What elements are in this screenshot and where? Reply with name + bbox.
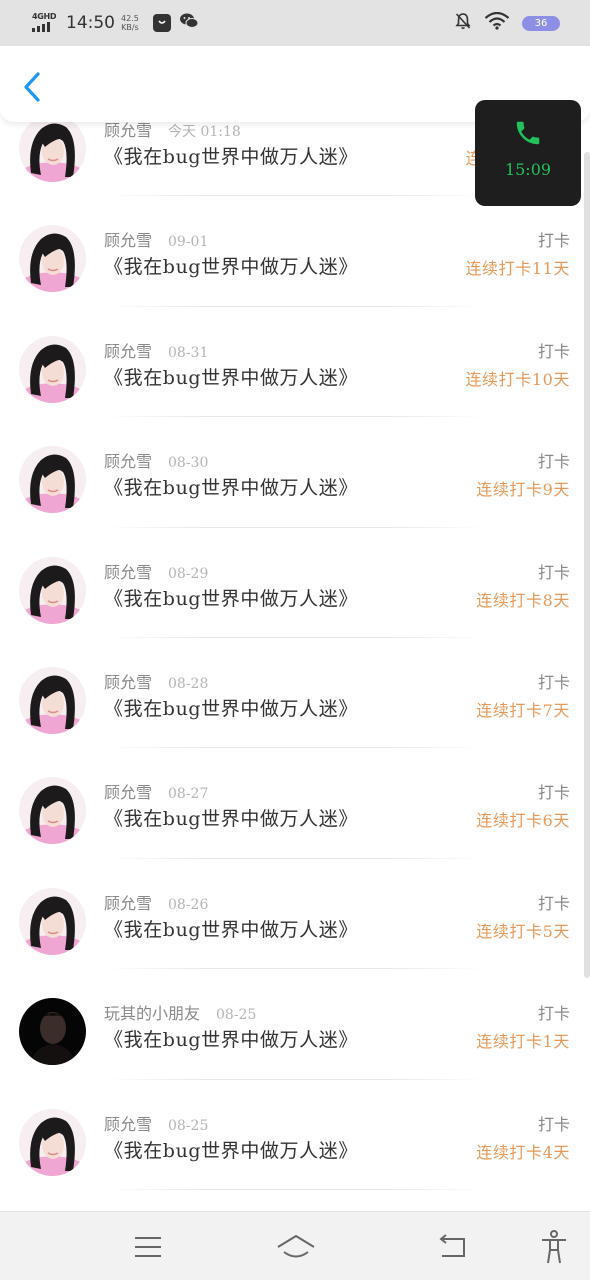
streak-label: 连续打卡7天 xyxy=(476,700,570,720)
user-name[interactable]: 顾允雪 xyxy=(104,669,152,693)
avatar[interactable] xyxy=(19,666,86,734)
checkin-date: 08-28 xyxy=(168,675,209,692)
user-name[interactable]: 顾允雪 xyxy=(104,1111,152,1135)
avatar[interactable] xyxy=(19,556,86,624)
streak-label: 连续打卡4天 xyxy=(476,1142,570,1162)
avatar[interactable] xyxy=(19,1108,86,1176)
system-navigation-bar xyxy=(0,1211,590,1280)
phone-icon xyxy=(516,121,540,145)
user-name[interactable]: 顾允雪 xyxy=(104,227,152,251)
checkin-label: 打卡 xyxy=(537,1114,570,1134)
shopping-bag-icon xyxy=(152,14,171,32)
list-item[interactable]: 顾允雪 08-30 《我在bug世界中做万人迷》 打卡连续打卡9天 xyxy=(0,417,590,528)
status-time: 14:50 xyxy=(66,13,115,33)
streak-label: 连续打卡8天 xyxy=(476,590,570,610)
chevron-left-icon xyxy=(24,72,40,102)
checkin-date: 08-25 xyxy=(216,1007,257,1024)
avatar[interactable] xyxy=(19,335,86,403)
list-item[interactable]: 顾允雪 08-31 《我在bug世界中做万人迷》 打卡连续打卡10天 xyxy=(0,307,590,418)
checkin-date: 08-29 xyxy=(168,565,209,582)
book-title: 《我在bug世界中做万人迷》 xyxy=(104,697,358,720)
book-title: 《我在bug世界中做万人迷》 xyxy=(104,918,358,941)
list-item[interactable]: 顾允雪 08-29 《我在bug世界中做万人迷》 打卡连续打卡8天 xyxy=(0,528,590,638)
checkin-date: 08-27 xyxy=(168,786,209,803)
status-bar: 4GHD 14:50 42.5 KB/s 36 xyxy=(0,0,590,46)
checkin-date: 08-25 xyxy=(168,1117,209,1134)
user-name[interactable]: 顾允雪 xyxy=(104,448,152,472)
book-title: 《我在bug世界中做万人迷》 xyxy=(104,1029,358,1052)
network-speed-value: 42.5 xyxy=(121,14,139,23)
checkin-label: 打卡 xyxy=(537,893,570,913)
call-floating-window[interactable]: 15:09 xyxy=(475,100,581,206)
list-item[interactable]: 顾允雪 08-28 《我在bug世界中做万人迷》 打卡连续打卡7天 xyxy=(0,638,590,749)
checkin-label: 打卡 xyxy=(537,562,570,582)
streak-label: 连续打卡11天 xyxy=(465,259,570,279)
list-item[interactable]: 顾允雪 08-27 《我在bug世界中做万人迷》 打卡连续打卡6天 xyxy=(0,748,590,859)
list-item[interactable]: 玩其的小朋友 08-25 《我在bug世界中做万人迷》 打卡连续打卡1天 xyxy=(0,969,590,1080)
book-title: 《我在bug世界中做万人迷》 xyxy=(104,587,358,610)
book-title: 《我在bug世界中做万人迷》 xyxy=(104,146,358,168)
checkin-label: 打卡 xyxy=(537,341,570,361)
menu-button[interactable] xyxy=(128,1230,168,1264)
book-title: 《我在bug世界中做万人迷》 xyxy=(104,1139,358,1162)
checkin-date: 08-30 xyxy=(168,455,209,472)
checkin-label: 打卡 xyxy=(537,1004,570,1024)
book-title: 《我在bug世界中做万人迷》 xyxy=(104,256,358,279)
checkin-label: 打卡 xyxy=(537,231,570,251)
streak-label: 连续打卡10天 xyxy=(465,369,570,389)
checkin-date: 08-31 xyxy=(168,344,209,361)
accessibility-button[interactable] xyxy=(534,1230,574,1264)
accessibility-icon xyxy=(542,1230,566,1264)
checkin-label: 打卡 xyxy=(537,452,570,472)
avatar[interactable] xyxy=(19,777,86,845)
book-title: 《我在bug世界中做万人迷》 xyxy=(104,366,358,389)
signal-icon: 4GHD xyxy=(32,12,58,34)
user-name[interactable]: 顾允雪 xyxy=(104,779,152,803)
book-title: 《我在bug世界中做万人迷》 xyxy=(104,808,358,831)
avatar[interactable] xyxy=(19,446,86,514)
checkin-date: 09-01 xyxy=(168,234,209,251)
avatar[interactable] xyxy=(19,225,86,293)
checkin-label: 打卡 xyxy=(537,783,570,803)
home-button[interactable] xyxy=(274,1230,318,1264)
back-nav-icon xyxy=(439,1234,465,1257)
user-name[interactable]: 顾允雪 xyxy=(104,338,152,362)
list-item[interactable]: 顾允雪 08-26 《我在bug世界中做万人迷》 打卡连续打卡5天 xyxy=(0,859,590,970)
avatar[interactable] xyxy=(19,998,86,1066)
checkin-label: 打卡 xyxy=(537,672,570,692)
book-title: 《我在bug世界中做万人迷》 xyxy=(104,477,358,500)
user-name[interactable]: 玩其的小朋友 xyxy=(104,1000,200,1024)
avatar[interactable] xyxy=(19,115,86,182)
home-icon xyxy=(277,1235,315,1258)
list-item[interactable]: 顾允雪 09-01 《我在bug世界中做万人迷》 打卡连续打卡11天 xyxy=(0,196,590,307)
network-speed-unit: KB/s xyxy=(121,23,139,32)
back-button[interactable] xyxy=(20,70,44,104)
list-item[interactable]: 顾允雪 08-25 《我在bug世界中做万人迷》 打卡连续打卡4天 xyxy=(0,1080,590,1190)
call-duration: 15:09 xyxy=(504,160,552,179)
streak-label: 连续打卡9天 xyxy=(476,480,570,500)
checkin-date: 08-26 xyxy=(168,896,209,913)
checkin-date: 今天 01:18 xyxy=(168,124,241,140)
network-type-label: 4GHD xyxy=(32,12,57,21)
mute-bell-icon xyxy=(454,12,472,34)
streak-label: 连续打卡1天 xyxy=(476,1032,570,1052)
wechat-icon xyxy=(179,12,199,34)
scrollbar[interactable] xyxy=(584,152,590,978)
streak-label: 连续打卡5天 xyxy=(476,921,570,941)
avatar[interactable] xyxy=(19,887,86,955)
user-name[interactable]: 顾允雪 xyxy=(104,559,152,583)
battery-indicator: 36 xyxy=(522,15,560,31)
checkin-list: 顾允雪今天 01:18《我在bug世界中做万人迷》打卡连续打卡12天顾允雪09-… xyxy=(0,86,590,1280)
wifi-icon xyxy=(484,11,510,34)
menu-icon xyxy=(135,1237,161,1257)
network-speed: 42.5 KB/s xyxy=(121,14,139,32)
back-nav-button[interactable] xyxy=(432,1230,472,1264)
user-name[interactable]: 顾允雪 xyxy=(104,890,152,914)
streak-label: 连续打卡6天 xyxy=(476,811,570,831)
